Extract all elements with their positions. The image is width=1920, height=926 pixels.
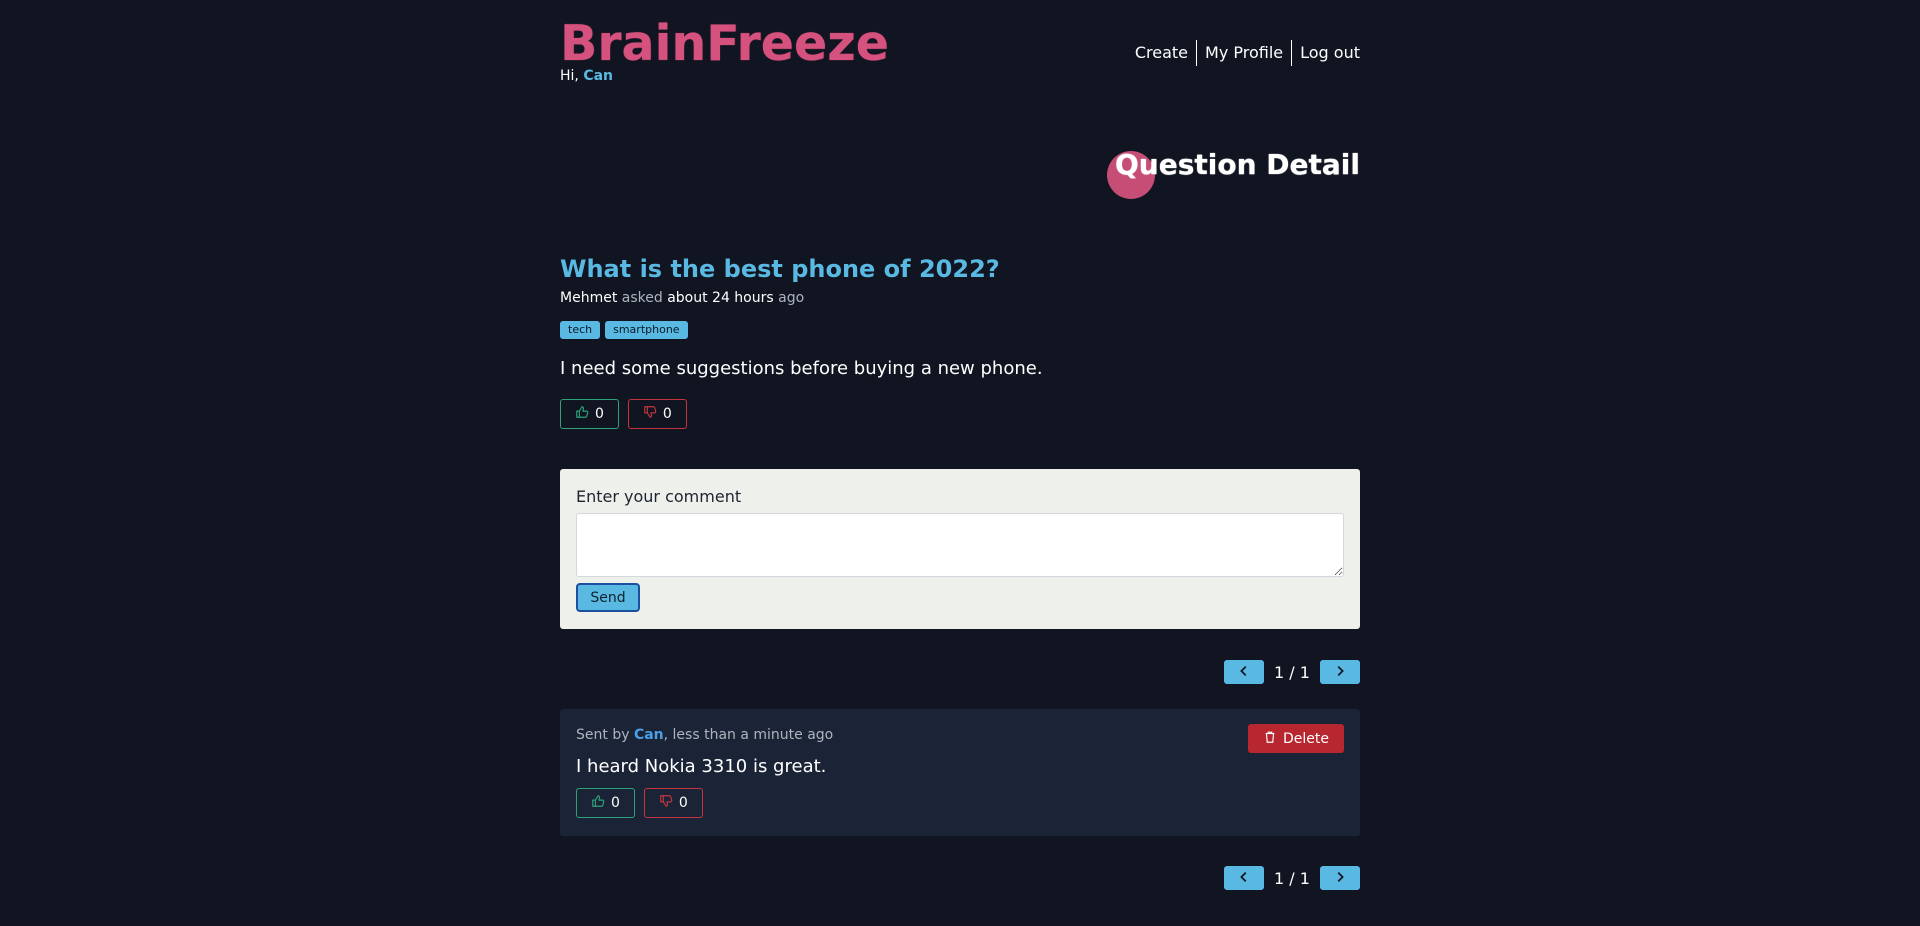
comment-like-count: 0 [611,795,620,811]
pagination-bottom: 1 / 1 [1224,866,1360,890]
comment-dislike-count: 0 [678,795,688,811]
chevron-left-icon [1237,869,1251,888]
question-tags: tech smartphone [560,321,688,339]
comment-dislike-button[interactable]: 0 [643,788,703,818]
question-body: I need some suggestions before buying a … [560,358,1043,379]
top-nav: Create My Profile Log out [1127,40,1360,66]
thumbs-down-icon [643,405,657,423]
delete-comment-button[interactable]: Delete [1248,724,1344,753]
greeting-username[interactable]: Can [583,68,613,84]
prev-page-button[interactable] [1224,660,1264,684]
comment-card: Sent by Can, less than a minute ago Dele… [560,709,1360,836]
next-page-button[interactable] [1320,866,1360,890]
question-like-button[interactable]: 0 [560,399,619,429]
trash-icon [1263,730,1277,748]
asked-word: asked [621,290,663,306]
comment-label: Enter your comment [576,487,742,506]
nav-my-profile-link[interactable]: My Profile [1196,40,1291,66]
thumbs-up-icon [591,794,605,812]
comment-form: Enter your comment Send [560,469,1360,629]
comment-meta: Sent by Can, less than a minute ago [576,726,833,744]
next-page-button[interactable] [1320,660,1360,684]
question-title[interactable]: What is the best phone of 2022? [560,253,1000,285]
chevron-right-icon [1333,869,1347,888]
greeting-prefix: Hi, [560,68,579,84]
comment-author[interactable]: Can [634,727,664,743]
comment-text: I heard Nokia 3310 is great. [576,756,827,777]
sent-by-prefix: Sent by [576,727,630,743]
question-author[interactable]: Mehmet [560,290,617,306]
nav-logout-link[interactable]: Log out [1291,40,1360,66]
thumbs-up-icon [575,405,589,423]
send-button[interactable]: Send [576,583,640,612]
delete-label: Delete [1283,730,1329,747]
comment-like-button[interactable]: 0 [576,788,635,818]
chevron-left-icon [1237,663,1251,682]
pagination-top: 1 / 1 [1224,660,1360,684]
question-votes: 0 0 [560,399,687,429]
comment-votes: 0 0 [576,788,703,818]
chevron-right-icon [1333,663,1347,682]
tag-badge[interactable]: smartphone [605,321,688,339]
page-indicator: 1 / 1 [1274,662,1310,682]
user-greeting: Hi, Can [560,67,613,85]
brand-logo[interactable]: BrainFreeze [560,14,889,74]
page-title: Question Detail [1115,148,1360,181]
comment-time: , less than a minute ago [663,727,834,743]
question-meta: Mehmet asked about 24 hours ago [560,289,804,307]
thumbs-down-icon [659,794,673,812]
tag-badge[interactable]: tech [560,321,601,339]
prev-page-button[interactable] [1224,866,1264,890]
question-dislike-count: 0 [662,406,672,422]
nav-create-link[interactable]: Create [1127,40,1196,66]
comment-textarea[interactable] [576,513,1344,577]
ago-word: ago [778,290,805,306]
question-like-count: 0 [595,406,604,422]
question-time: about 24 hours [667,290,774,306]
page-indicator: 1 / 1 [1274,868,1310,888]
question-dislike-button[interactable]: 0 [627,399,687,429]
